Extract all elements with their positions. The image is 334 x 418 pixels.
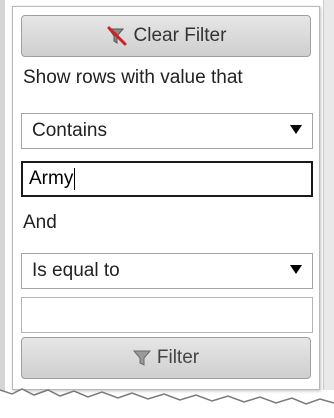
first-value-input[interactable]: Army — [21, 161, 313, 197]
filter-label: Filter — [156, 347, 200, 368]
second-condition-select[interactable]: Is equal to — [21, 253, 313, 289]
filter-button[interactable]: Filter — [21, 337, 311, 379]
second-condition-value: Is equal to — [32, 260, 120, 281]
clear-filter-label: Clear Filter — [133, 25, 227, 46]
torn-paper-edge — [0, 388, 334, 418]
background-grid-left — [0, 0, 5, 395]
filter-popup: Clear Filter Show rows with value that C… — [12, 6, 320, 390]
chevron-down-icon — [290, 265, 302, 274]
clear-filter-button[interactable]: Clear Filter — [21, 15, 311, 57]
filter-instruction-label: Show rows with value that — [23, 67, 243, 88]
second-value-input[interactable] — [21, 297, 313, 333]
first-condition-select[interactable]: Contains — [21, 113, 313, 149]
clear-filter-icon — [106, 26, 128, 46]
screenshot-canvas: Clear Filter Show rows with value that C… — [0, 0, 334, 418]
background-grid-right — [323, 0, 334, 390]
first-value-text: Army — [29, 168, 74, 189]
funnel-icon — [132, 349, 151, 367]
text-caret — [74, 168, 76, 190]
logic-operator-label: And — [23, 212, 57, 233]
first-condition-value: Contains — [32, 120, 107, 141]
chevron-down-icon — [290, 125, 302, 134]
